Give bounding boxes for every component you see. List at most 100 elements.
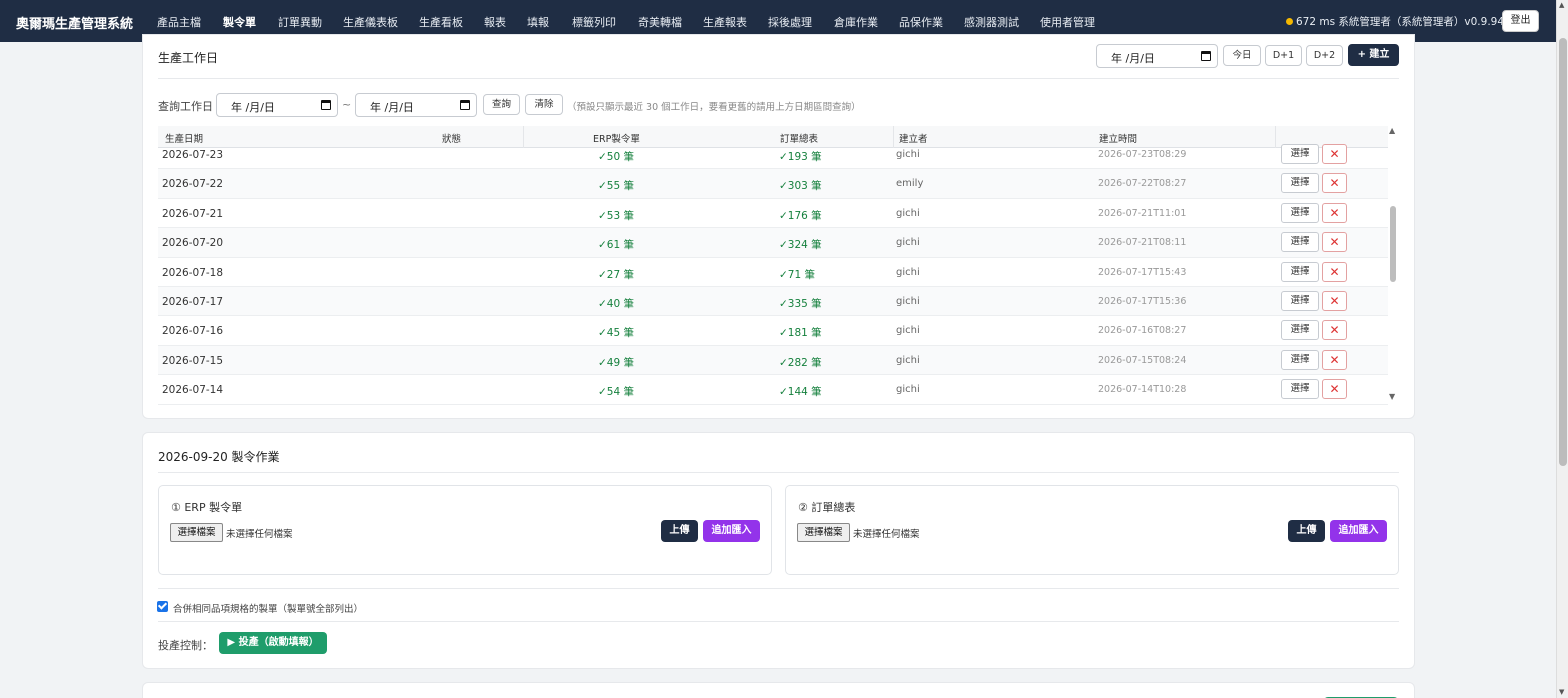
delete-icon[interactable]: ✕ — [1322, 261, 1347, 282]
select-button[interactable]: 選擇 — [1281, 379, 1319, 400]
table-row: 2026-07-23 ✓50 筆 ✓193 筆 gichi 2026-07-23T08:… — [158, 140, 1388, 170]
table-scrollbar[interactable]: ▲ ▼ — [1389, 126, 1398, 405]
erp-count-cell: ✓50 筆 — [598, 151, 634, 163]
start-production-button[interactable]: ▶ 投產（啟動填報） — [219, 632, 327, 654]
nav-item-reports[interactable]: 報表 — [484, 14, 506, 30]
erp-count-cell: ✓49 筆 — [598, 356, 634, 369]
select-button[interactable]: 選擇 — [1281, 291, 1319, 311]
creator-cell: gichi — [896, 296, 920, 307]
date-cell: 2026-07-15 — [162, 354, 224, 367]
order-upload-box: ② 訂單總表 選擇檔案 未選擇任何檔案 上傳 追加匯入 — [785, 485, 1399, 575]
nav-item-fill-report[interactable]: 填報 — [527, 14, 549, 30]
nav-item-products[interactable]: 產品主檔 — [157, 14, 201, 30]
orders-count-cell: ✓282 筆 — [779, 356, 822, 369]
nav-item-production-report[interactable]: 生產報表 — [703, 14, 747, 30]
table-row: 2026-07-15 ✓49 筆 ✓282 筆 gichi 2026-07-15T08:… — [158, 345, 1388, 376]
delete-icon[interactable]: ✕ — [1322, 320, 1347, 341]
created-at-cell: 2026-07-23T08:29 — [1098, 149, 1187, 160]
erp-file-status: 未選擇任何檔案 — [226, 529, 293, 540]
order-append-import-button[interactable]: 追加匯入 — [1330, 520, 1387, 542]
table-row: 2026-07-22 ✓55 筆 ✓303 筆 emily 2026-07-22T08:… — [158, 169, 1388, 199]
ops-divider-2 — [158, 588, 1399, 589]
delete-icon[interactable]: ✕ — [1322, 202, 1347, 223]
create-workday-button[interactable]: + 建立 — [1348, 44, 1399, 66]
merge-items-label: 合併相同品項規格的製單（製單號全部列出） — [173, 604, 364, 615]
nav-item-order-changes[interactable]: 訂單異動 — [278, 14, 322, 30]
workdays-table: 生產日期 狀態 ERP製令單 訂單總表 建立者 建立時間 2026-07-23 ✓… — [158, 126, 1400, 405]
erp-upload-button[interactable]: 上傳 — [661, 520, 698, 542]
nav-item-sensor-test[interactable]: 感測器測試 — [964, 14, 1019, 30]
order-upload-button[interactable]: 上傳 — [1288, 520, 1325, 542]
delete-icon[interactable]: ✕ — [1322, 379, 1347, 400]
select-button[interactable]: 選擇 — [1281, 144, 1319, 164]
table-row: 2026-07-17 ✓40 筆 ✓335 筆 gichi 2026-07-17T15:… — [158, 287, 1388, 317]
erp-count-cell: ✓55 筆 — [598, 180, 634, 193]
merge-items-checkbox[interactable] — [157, 601, 168, 612]
nav-item-production-dashboard[interactable]: 生產儀表板 — [343, 14, 398, 30]
select-button[interactable]: 選擇 — [1281, 320, 1319, 341]
erp-upload-box: ① ERP 製令單 選擇檔案 未選擇任何檔案 上傳 追加匯入 — [158, 485, 772, 575]
nav-item-post-harvest[interactable]: 採後處理 — [768, 14, 812, 30]
select-button[interactable]: 選擇 — [1281, 232, 1319, 253]
d-plus-2-button[interactable]: D+2 — [1306, 45, 1343, 66]
order-file-status: 未選擇任何檔案 — [853, 529, 920, 540]
window-scrollbar[interactable]: ▲ ▼ — [1556, 0, 1568, 698]
created-at-cell: 2026-07-15T08:24 — [1098, 354, 1187, 366]
scroll-up-icon[interactable]: ▲ — [1389, 126, 1395, 135]
created-at-cell: 2026-07-21T11:01 — [1098, 207, 1187, 219]
workday-date-input[interactable]: 年 /月/日 — [1096, 44, 1218, 68]
erp-count-cell: ✓40 筆 — [598, 298, 634, 310]
table-scroll-thumb[interactable] — [1390, 206, 1396, 282]
nav-item-production-board[interactable]: 生產看板 — [419, 14, 463, 30]
delete-icon[interactable]: ✕ — [1322, 173, 1347, 194]
erp-count-cell: ✓53 筆 — [598, 209, 634, 222]
order-upload-title: ② 訂單總表 — [798, 501, 856, 514]
clear-button[interactable]: 清除 — [525, 94, 563, 115]
created-at-cell: 2026-07-22T08:27 — [1098, 178, 1187, 190]
creator-cell: gichi — [896, 237, 920, 249]
window-scroll-up-icon[interactable]: ▲ — [1559, 1, 1564, 9]
nav-item-user-management[interactable]: 使用者管理 — [1040, 14, 1095, 30]
select-button[interactable]: 選擇 — [1281, 173, 1319, 194]
status-text: 672 ms 系統管理者（系統管理者）v0.9.94 — [1296, 16, 1505, 28]
erp-count-cell: ✓27 筆 — [598, 268, 634, 281]
created-at-cell: 2026-07-16T08:27 — [1098, 325, 1187, 337]
window-scroll-thumb[interactable] — [1559, 38, 1567, 466]
next-section-card — [142, 682, 1415, 698]
date-cell: 2026-07-23 — [162, 149, 224, 161]
erp-append-import-button[interactable]: 追加匯入 — [703, 520, 760, 542]
order-file-chooser-button[interactable]: 選擇檔案 — [797, 523, 850, 542]
created-at-cell: 2026-07-17T15:36 — [1098, 296, 1187, 307]
nav-item-work-orders[interactable]: 製令單 — [223, 14, 256, 30]
date-cell: 2026-07-22 — [162, 178, 224, 191]
logout-button[interactable]: 登出 — [1502, 10, 1539, 32]
window-scroll-down-icon[interactable]: ▼ — [1559, 688, 1564, 696]
erp-file-chooser-button[interactable]: 選擇檔案 — [170, 523, 223, 542]
scroll-down-icon[interactable]: ▼ — [1389, 392, 1395, 401]
table-row: 2026-07-16 ✓45 筆 ✓181 筆 gichi 2026-07-16T08:… — [158, 316, 1388, 346]
date-cell: 2026-07-16 — [162, 325, 224, 338]
ops-divider-3 — [158, 621, 1399, 622]
query-button[interactable]: 查詢 — [483, 94, 520, 115]
production-control-label: 投產控制： — [158, 639, 213, 652]
workdays-divider — [158, 78, 1399, 79]
query-from-date-input[interactable]: 年 /月/日 — [216, 93, 338, 117]
delete-icon[interactable]: ✕ — [1322, 144, 1347, 164]
nav-item-chimei-convert[interactable]: 奇美轉檔 — [638, 14, 682, 30]
date-cell: 2026-07-14 — [162, 384, 224, 397]
delete-icon[interactable]: ✕ — [1322, 232, 1347, 253]
nav-item-quality[interactable]: 品保作業 — [899, 14, 943, 30]
ops-divider — [158, 472, 1399, 473]
query-to-date-input[interactable]: 年 /月/日 — [355, 93, 477, 117]
select-button[interactable]: 選擇 — [1281, 349, 1319, 370]
today-button[interactable]: 今日 — [1223, 45, 1261, 66]
select-button[interactable]: 選擇 — [1281, 261, 1319, 282]
creator-cell: gichi — [896, 266, 920, 278]
nav-item-warehouse[interactable]: 倉庫作業 — [834, 14, 878, 30]
d-plus-1-button[interactable]: D+1 — [1265, 45, 1302, 66]
delete-icon[interactable]: ✕ — [1322, 349, 1347, 370]
select-button[interactable]: 選擇 — [1281, 202, 1319, 223]
delete-icon[interactable]: ✕ — [1322, 291, 1347, 311]
date-cell: 2026-07-21 — [162, 207, 224, 220]
nav-item-label-print[interactable]: 標籤列印 — [572, 14, 616, 30]
